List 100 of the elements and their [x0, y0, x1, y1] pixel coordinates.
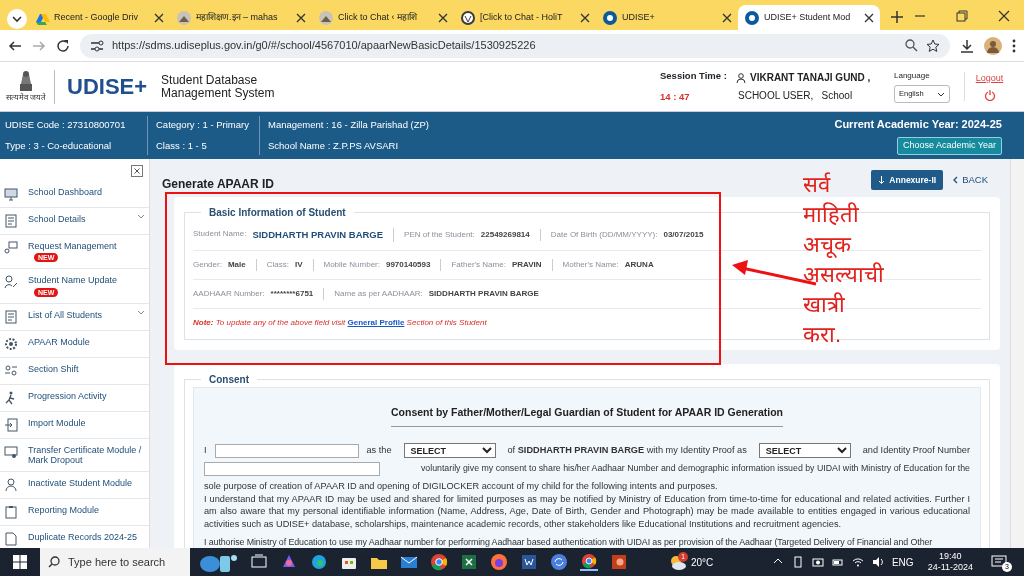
section-legend: Basic Information of Student	[201, 205, 354, 220]
field-label: Student Name:	[193, 228, 247, 240]
school-info: Class : 1 - 5	[156, 139, 208, 153]
choose-year-button[interactable]: Choose Academic Year	[896, 136, 1002, 155]
field-label: Mother's Name:	[562, 259, 619, 272]
school-info: Type : 3 - Co-educational	[5, 139, 113, 153]
input-field[interactable]	[204, 462, 380, 476]
academic-year: Current Academic Year: 2024-25	[834, 117, 1002, 133]
taskbar-clock[interactable]: 19:40 24-11-2024	[921, 551, 979, 573]
consent-text: as the	[366, 443, 392, 457]
emblem-icon	[17, 69, 35, 92]
device-icon[interactable]	[791, 556, 804, 568]
logo-text: UDISE+	[67, 73, 148, 101]
power-icon[interactable]	[983, 89, 996, 102]
browser-icon[interactable]	[310, 553, 328, 571]
annotation-text: सर्व	[803, 171, 830, 199]
consent-text: and Identity Proof Number	[862, 443, 970, 457]
battery-icon[interactable]	[831, 556, 844, 568]
browser-tab[interactable]: Click to Chat ‹ महाशि	[312, 5, 454, 30]
back-icon[interactable]	[8, 38, 22, 53]
school-info: Category : 1 - Primary	[156, 117, 250, 132]
input-field[interactable]	[214, 443, 359, 458]
wifi-icon[interactable]	[851, 556, 864, 568]
field-label: Date Of Birth (DD/MM/YYYY):	[550, 229, 658, 242]
star-icon[interactable]	[926, 38, 940, 53]
certificate-icon	[4, 444, 18, 459]
clipboard-icon	[4, 505, 18, 520]
close-icon[interactable]	[722, 12, 732, 23]
browser-tab[interactable]: [Click to Chat - HoliT	[454, 5, 596, 30]
zoom-icon[interactable]	[905, 39, 918, 52]
school-info: Management : 16 - Zilla Parishad (ZP)	[268, 117, 430, 132]
import-icon	[4, 417, 18, 432]
sync-app-icon[interactable]	[550, 553, 568, 571]
profile-avatar-icon[interactable]	[984, 36, 1002, 55]
select-dropdown[interactable]: SELECT	[758, 443, 851, 458]
field-label: PEN of the Student:	[404, 229, 475, 242]
search-icon	[48, 556, 60, 568]
close-icon[interactable]	[864, 12, 874, 23]
field-label: Mobile Number:	[323, 259, 380, 272]
temperature: 20°C	[691, 555, 714, 570]
scrollbar[interactable]	[1010, 159, 1024, 548]
user-name: VIKRANT TANAJI GUND ,	[750, 71, 871, 85]
language-label: Language	[894, 70, 931, 82]
browser-tab[interactable]: UDISE+	[596, 5, 738, 30]
menu-icon[interactable]	[1012, 38, 1016, 53]
site-icon	[460, 9, 476, 26]
camera-icon[interactable]	[811, 556, 824, 568]
field-value: IV	[294, 259, 303, 272]
consent-paragraph: I authorise Ministry of Education to use my Aadhaar number for performing Aadhaar based authentication with UIDAI as per provision of the Aadhaar (Targeted Delivery of Financial and Other	[204, 536, 934, 548]
windows-logo-icon[interactable]	[13, 555, 27, 569]
session-label: Session Time :	[660, 69, 728, 84]
site-icon	[318, 9, 334, 26]
task-view-icon[interactable]	[250, 553, 268, 571]
consent-text: I	[204, 443, 207, 457]
document-app-icon[interactable]	[520, 553, 538, 571]
annexure-button[interactable]: Annexure-II	[871, 169, 944, 191]
field-value: 22549269814	[480, 229, 530, 242]
tab-list-icon[interactable]	[6, 8, 28, 30]
browser-tab[interactable]: Recent - Google Driv	[28, 5, 170, 30]
taskbar-search-field[interactable]: Type here to search	[40, 548, 190, 576]
monitor-icon	[4, 187, 18, 201]
user-role: SCHOOL USER, School	[737, 89, 854, 103]
document-icon	[4, 309, 18, 324]
restore-icon[interactable]	[956, 10, 968, 22]
site-icon	[602, 9, 618, 26]
input-language[interactable]: ENG	[891, 554, 914, 570]
close-icon[interactable]	[580, 12, 590, 23]
field-label: AADHAAR Number:	[193, 288, 265, 301]
close-icon[interactable]	[998, 10, 1010, 22]
speaker-icon[interactable]	[871, 556, 884, 568]
logout-link[interactable]: Logout	[975, 71, 1004, 86]
download-icon[interactable]	[960, 38, 974, 53]
presentation-icon[interactable]	[610, 553, 628, 571]
close-icon[interactable]	[131, 165, 143, 177]
profile-link[interactable]: General Profile	[347, 318, 405, 328]
system-name: Student Database	[161, 73, 259, 87]
back-link[interactable]: BACK	[953, 172, 988, 188]
consent-text: with my Identity Proof as	[646, 444, 747, 455]
chrome-icon[interactable]	[430, 553, 448, 571]
browser-tab[interactable]: UDISE+ Student Mod	[738, 5, 880, 30]
close-icon[interactable]	[438, 12, 448, 23]
close-icon[interactable]	[296, 12, 306, 23]
reload-icon[interactable]	[56, 38, 70, 53]
site-icon	[176, 9, 192, 26]
spreadsheet-icon[interactable]	[460, 553, 478, 571]
field-value: SIDDHARTH PRAVIN BARGE	[428, 288, 539, 301]
chrome-icon[interactable]	[580, 553, 598, 571]
page-title: Generate APAAR ID	[162, 176, 275, 193]
site-icon	[744, 9, 760, 26]
browser-tab[interactable]: महाशिक्षण.इन – mahas	[170, 5, 312, 30]
address-bar[interactable]: https://sdms.udiseplus.gov.in/g0/#/school/4567010/apaarNewBasicDetails/1530925226	[80, 33, 950, 58]
system-name: Management System	[161, 86, 275, 100]
select-dropdown[interactable]: SELECT	[403, 443, 496, 458]
new-tab-icon[interactable]	[890, 10, 904, 24]
chevron-left-icon	[953, 176, 959, 184]
consent-text: of	[507, 444, 516, 455]
annotation-text: अचूक	[803, 231, 851, 260]
firefox-icon[interactable]	[490, 553, 508, 571]
close-icon[interactable]	[154, 12, 164, 23]
field-value: 9970140593	[385, 259, 431, 272]
